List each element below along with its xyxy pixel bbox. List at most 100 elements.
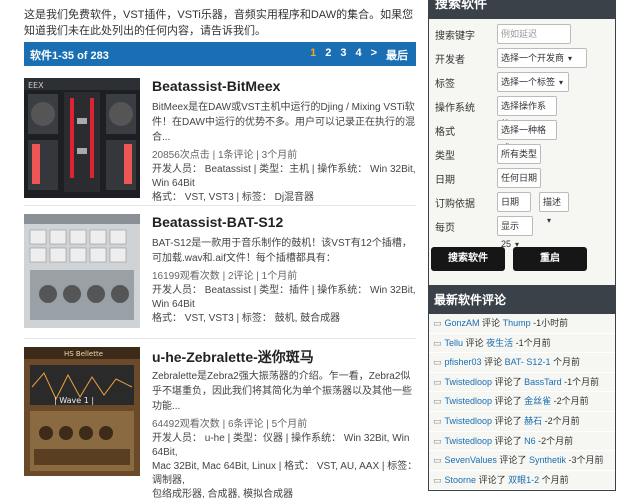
comment-user-link[interactable]: Twistedloop: [445, 396, 493, 406]
comment-user-link[interactable]: GonzAM: [445, 318, 480, 328]
software-meta: Mac 32Bit, Mac 64Bit, Linux | 格式： VST, A…: [152, 461, 418, 486]
software-title[interactable]: Beatassist-BitMeex: [152, 78, 420, 98]
filter-row-developer: 开发者 选择一个开发商 ▾: [429, 47, 615, 71]
date-label: 日期: [435, 175, 455, 186]
format-select[interactable]: 选择一种格式▾: [497, 120, 557, 153]
comment-time: -2个月前: [538, 435, 574, 446]
svg-text:HS Bellette: HS Bellette: [64, 350, 103, 358]
comment-target-link[interactable]: 赫石: [524, 416, 542, 426]
chevron-down-icon: ▾: [559, 78, 564, 87]
chevron-down-icon: ▾: [568, 54, 573, 63]
software-title[interactable]: u-he-Zebralette-迷你斑马: [152, 347, 420, 367]
comment-target-link[interactable]: 夜生活: [486, 338, 513, 348]
software-meta: 格式： VST, VST3 | 标签： 鼓机, 鼓合成器: [152, 313, 341, 324]
order-direction-select[interactable]: 描述▾: [539, 192, 569, 225]
search-buttons: 搜索软件 重启: [429, 239, 615, 285]
page-link-3[interactable]: 3: [340, 47, 346, 63]
os-select[interactable]: 选择操作系统▾: [497, 96, 557, 129]
per-page-label: 每页: [435, 223, 455, 234]
comment-target-link[interactable]: Synthetik: [529, 455, 566, 465]
comment-target-link[interactable]: Thump: [503, 318, 531, 328]
filter-row-per-page: 每页 显示25 ▾: [429, 215, 615, 249]
next-page-link[interactable]: >: [371, 47, 377, 63]
comment-target-link[interactable]: BAT- S12-1: [505, 357, 551, 367]
date-select[interactable]: 任何日期▾: [497, 168, 541, 201]
software-meta: 开发人员： Beatassist | 类型：主机 | 操作系统： Win 32B…: [152, 164, 416, 189]
intro-text: 这是我们免费软件，VST插件，VSTi乐器，音频实用程序和DAW的集合。如果您知…: [24, 9, 414, 37]
comment-icon: ▭: [433, 396, 442, 407]
comment-user-link[interactable]: Twistedloop: [445, 377, 493, 387]
pagination-bar: 软件1-35 of 283 1 2 3 4 > 最后: [24, 42, 416, 66]
search-panel: 搜索软件 搜索键字 例如延迟 开发者 选择一个开发商 ▾ 标签 选择一个标签 ▾ 操…: [428, 0, 616, 286]
software-thumbnail[interactable]: [24, 214, 140, 328]
software-meta: 开发人员： u-he | 类型：仪器 | 操作系统： Win 32Bit, Wi…: [152, 433, 410, 458]
page-links: 1 2 3 4 > 最后: [310, 47, 408, 63]
comment-time: -2个月前: [553, 396, 589, 407]
comment-target-link[interactable]: BassTard: [524, 377, 562, 387]
last-page-link[interactable]: 最后: [386, 47, 408, 63]
comment-list: ▭ GonzAM 评论 Thump -1小时前 ▭ Tellu 评论 夜生活 -1个…: [428, 314, 616, 492]
comment-verb: 评论: [465, 337, 484, 348]
tag-select[interactable]: 选择一个标签 ▾: [497, 72, 569, 92]
comment-item: ▭ SevenValues 评论了 Synthetik -3个月前: [429, 451, 615, 471]
comment-icon: ▭: [433, 337, 442, 348]
comment-item: ▭ Tellu 评论 夜生活 -1个月前: [429, 334, 615, 354]
software-thumbnail[interactable]: EEX: [24, 78, 140, 198]
date-select-value: 任何日期: [501, 173, 538, 183]
main-content: 这是我们免费软件，VST插件，VSTi乐器，音频实用程序和DAW的集合。如果您知…: [0, 0, 422, 500]
comment-user-link[interactable]: pfisher03: [445, 357, 482, 367]
comment-user-link[interactable]: Twistedloop: [445, 416, 493, 426]
comment-time: 个月前: [552, 357, 580, 368]
comment-verb: 评论了: [494, 435, 522, 446]
order-by-select[interactable]: 日期▾: [497, 192, 531, 225]
developer-select[interactable]: 选择一个开发商 ▾: [497, 48, 587, 68]
reset-button[interactable]: 重启: [513, 247, 587, 271]
comment-target-link[interactable]: 金丝雀: [524, 396, 551, 406]
comment-user-link[interactable]: Tellu: [445, 338, 464, 348]
software-description: Zebralette是Zebra2强大振荡器的介绍。乍一看，Zebra2似乎不堪…: [152, 371, 412, 412]
comment-target-link[interactable]: 双眼1-2: [508, 475, 539, 485]
comment-item: ▭ Stoorne 评论了 双眼1-2 个月前: [429, 471, 615, 491]
page-link-2[interactable]: 2: [325, 47, 331, 63]
comment-time: -3个月前: [568, 455, 604, 466]
svg-text:| Wave 1 |: | Wave 1 |: [54, 396, 94, 405]
comment-time: 个月前: [541, 474, 569, 485]
comment-item: ▭ Twistedloop 评论了 BassTard -1个月前: [429, 373, 615, 393]
software-meta: 格式： VST, VST3 | 标签： Dj混音器: [152, 192, 315, 203]
os-label: 操作系统: [435, 103, 475, 114]
comment-target-link[interactable]: N6: [524, 436, 536, 446]
comment-icon: ▭: [433, 455, 442, 466]
order-by-value: 日期: [501, 197, 520, 207]
comment-user-link[interactable]: Stoorne: [445, 475, 477, 485]
comment-verb: 评论了: [494, 376, 522, 387]
comment-time: -1小时前: [533, 318, 569, 328]
per-page-select[interactable]: 显示25 ▾: [497, 216, 533, 249]
tag-select-value: 选择一个标签: [501, 77, 556, 87]
comment-item: ▭ pfisher03 评论 BAT- S12-1 个月前: [429, 353, 615, 373]
filter-row-format: 格式 选择一种格式▾: [429, 119, 615, 153]
comment-user-link[interactable]: SevenValues: [445, 455, 497, 465]
tag-label: 标签: [435, 79, 455, 90]
type-select[interactable]: 所有类型▾: [497, 144, 541, 177]
comment-icon: ▭: [433, 357, 442, 368]
developer-select-value: 选择一个开发商: [501, 53, 565, 63]
software-stats: 16199观看次数 | 2评论 | 1个月前: [152, 271, 298, 282]
sidebar: 搜索软件 搜索键字 例如延迟 开发者 选择一个开发商 ▾ 标签 选择一个标签 ▾ 操…: [428, 0, 616, 492]
software-description: BitMeex是在DAW或VST主机中运行的Djing / Mixing VST…: [152, 102, 415, 143]
comment-verb: 评论了: [494, 396, 522, 407]
keyword-input[interactable]: 例如延迟: [497, 24, 571, 44]
search-button[interactable]: 搜索软件: [431, 247, 505, 271]
result-count: 软件1-35 of 283: [30, 50, 109, 62]
filter-row-date: 日期 任何日期▾: [429, 167, 615, 201]
search-panel-title: 搜索软件: [429, 0, 615, 19]
software-thumbnail[interactable]: HS Bellette | Wave 1 |: [24, 347, 140, 476]
type-label: 类型: [435, 151, 455, 162]
filter-row-tag: 标签 选择一个标签 ▾: [429, 71, 615, 95]
comment-user-link[interactable]: Twistedloop: [445, 436, 493, 446]
divider: [24, 338, 416, 339]
filter-row-os: 操作系统 选择操作系统▾: [429, 95, 615, 129]
page-link-4[interactable]: 4: [355, 47, 361, 63]
software-title[interactable]: Beatassist-BAT-S12: [152, 214, 420, 234]
comment-time: -1个月前: [564, 376, 600, 387]
page-link-1[interactable]: 1: [310, 47, 316, 63]
